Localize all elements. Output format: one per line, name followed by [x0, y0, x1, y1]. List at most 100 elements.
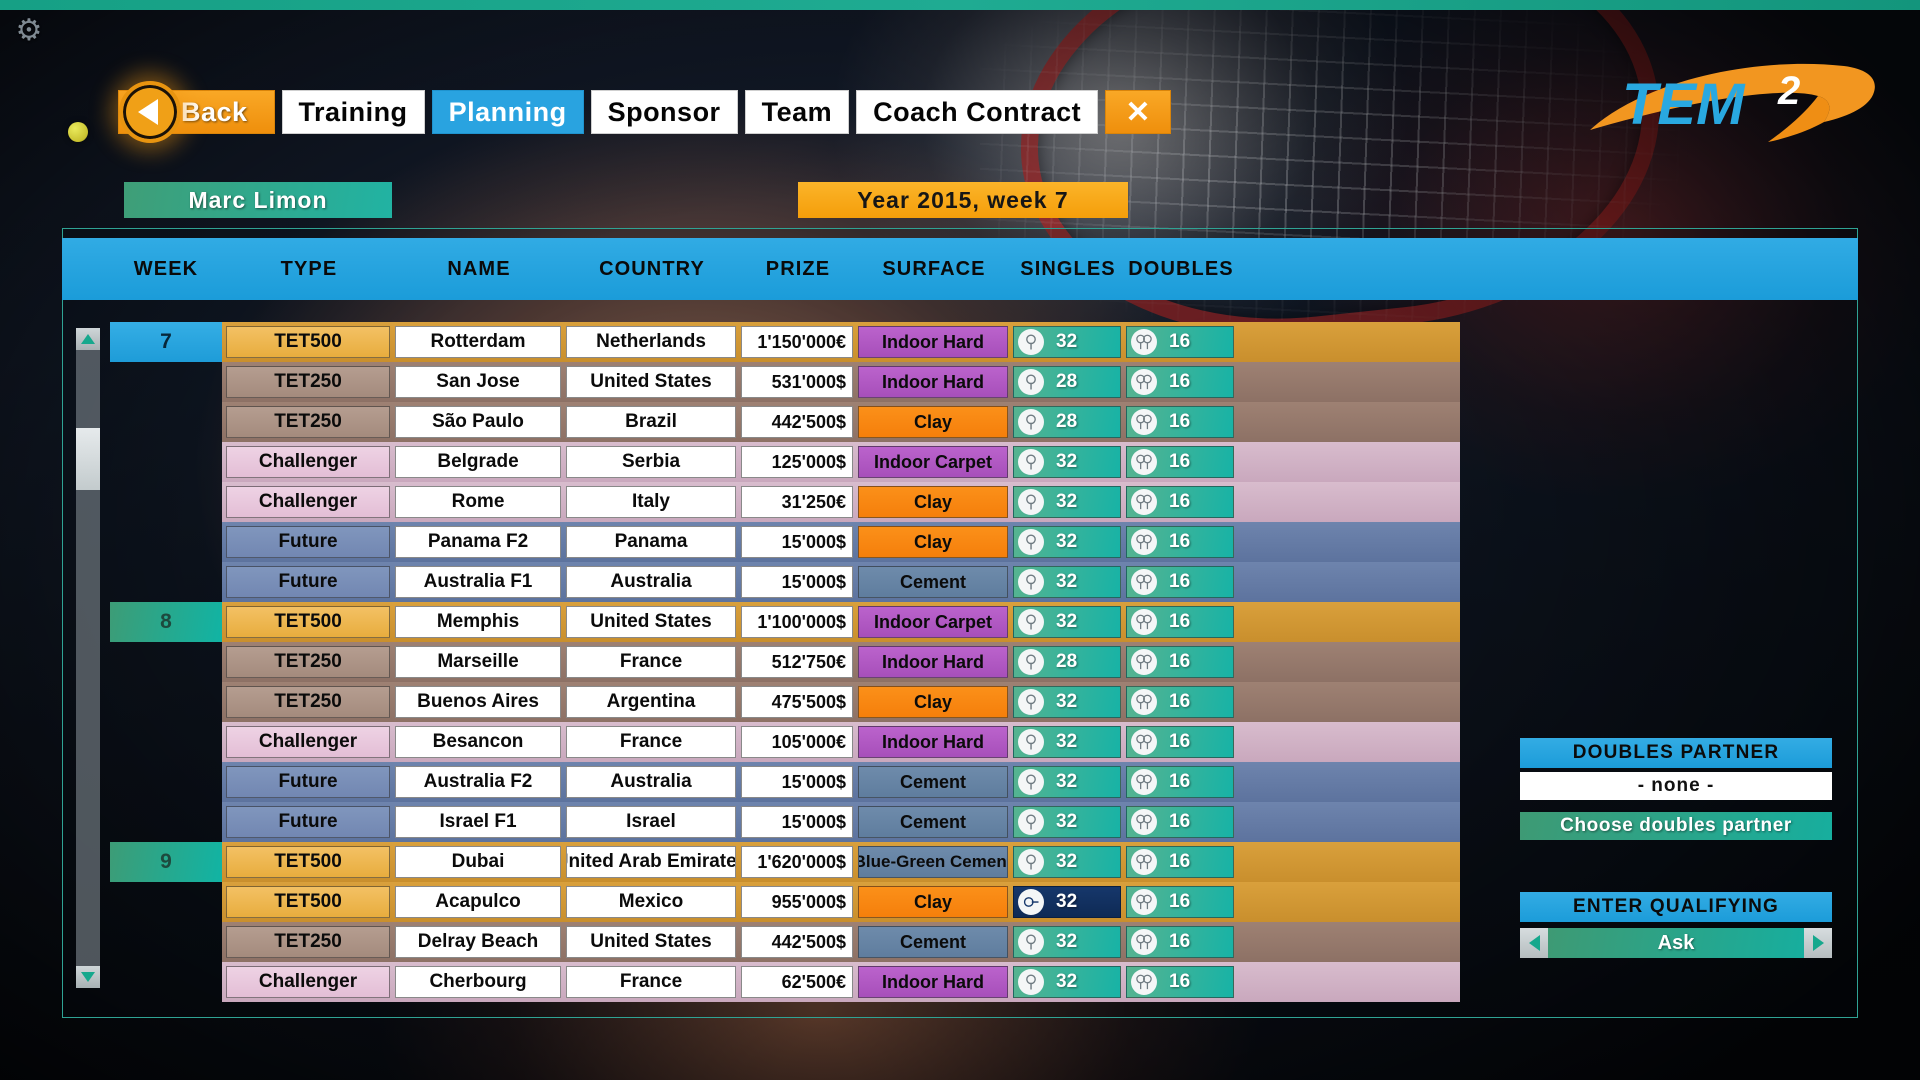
row-body[interactable]: Future Israel F1 Israel 15'000$ Cement 32 16 — [222, 802, 1460, 842]
doubles-cell[interactable]: 16 — [1126, 526, 1234, 558]
tab-training[interactable]: Training — [281, 90, 425, 134]
row-body[interactable]: TET250 San Jose United States 531'000$ Indoo… — [222, 362, 1460, 402]
table-row[interactable]: Future Panama F2 Panama 15'000$ Clay 32 16 — [110, 522, 1460, 562]
scroll-down-button[interactable] — [76, 966, 100, 988]
row-body[interactable]: Challenger Rome Italy 31'250€ Clay 32 16 — [222, 482, 1460, 522]
doubles-cell[interactable]: 16 — [1126, 326, 1234, 358]
surface-cell: Blue-Green Cement — [858, 846, 1008, 878]
prize-cell: 512'750€ — [741, 646, 853, 678]
row-body[interactable]: Future Australia F1 Australia 15'000$ Cement… — [222, 562, 1460, 602]
doubles-cell[interactable]: 16 — [1126, 366, 1234, 398]
table-row[interactable]: Future Australia F1 Australia 15'000$ Cement… — [110, 562, 1460, 602]
qualifying-prev-button[interactable] — [1520, 928, 1548, 958]
singles-cell[interactable]: 28 — [1013, 406, 1121, 438]
table-row[interactable]: TET250 Marseille France 512'750€ Indoor Hard… — [110, 642, 1460, 682]
singles-racket-icon — [1018, 849, 1044, 875]
row-body[interactable]: TET500 Memphis United States 1'100'000$ Indo… — [222, 602, 1460, 642]
singles-cell[interactable]: 32 — [1013, 926, 1121, 958]
table-row[interactable]: TET250 San Jose United States 531'000$ Indoo… — [110, 362, 1460, 402]
qualifying-stepper[interactable]: Ask — [1520, 928, 1832, 958]
table-row[interactable]: TET250 Buenos Aires Argentina 475'500$ Clay 3… — [110, 682, 1460, 722]
gear-icon[interactable]: ⚙ — [8, 10, 50, 52]
tab-sponsor[interactable]: Sponsor — [590, 90, 738, 134]
surface-cell: Indoor Hard — [858, 966, 1008, 998]
row-body[interactable]: Future Australia F2 Australia 15'000$ Cement… — [222, 762, 1460, 802]
doubles-cell[interactable]: 16 — [1126, 446, 1234, 478]
table-row[interactable]: Challenger Besancon France 105'000€ Indoor H… — [110, 722, 1460, 762]
singles-cell[interactable]: 28 — [1013, 366, 1121, 398]
country-cell: Australia — [566, 566, 736, 598]
doubles-cell[interactable]: 16 — [1126, 606, 1234, 638]
doubles-cell[interactable]: 16 — [1126, 846, 1234, 878]
table-row[interactable]: TET250 São Paulo Brazil 442'500$ Clay 28 16 — [110, 402, 1460, 442]
table-row[interactable]: Challenger Cherbourg France 62'500€ Indoor H… — [110, 962, 1460, 1002]
singles-cell[interactable]: 32 — [1013, 526, 1121, 558]
table-scrollbar[interactable] — [76, 328, 100, 988]
row-body[interactable]: Future Panama F2 Panama 15'000$ Clay 32 16 — [222, 522, 1460, 562]
down-triangle-icon — [81, 972, 95, 982]
singles-cell[interactable]: 32 — [1013, 806, 1121, 838]
table-row[interactable]: Challenger Rome Italy 31'250€ Clay 32 16 — [110, 482, 1460, 522]
table-header: WEEK TYPE NAME COUNTRY PRIZE SURFACE SIN… — [62, 238, 1858, 300]
row-body[interactable]: Challenger Cherbourg France 62'500€ Indoor H… — [222, 962, 1460, 1002]
table-row[interactable]: Challenger Belgrade Serbia 125'000$ Indoor C… — [110, 442, 1460, 482]
singles-cell[interactable]: 32 — [1013, 446, 1121, 478]
row-body[interactable]: TET250 São Paulo Brazil 442'500$ Clay 28 16 — [222, 402, 1460, 442]
table-row[interactable]: 7 TET500 Rotterdam Netherlands 1'150'000€ Ind… — [110, 322, 1460, 362]
singles-cell[interactable]: 32 — [1013, 486, 1121, 518]
row-body[interactable]: TET250 Delray Beach United States 442'500$ C… — [222, 922, 1460, 962]
doubles-cell[interactable]: 16 — [1126, 486, 1234, 518]
doubles-racket-icon — [1131, 729, 1157, 755]
surface-cell: Indoor Hard — [858, 646, 1008, 678]
row-body[interactable]: Challenger Besancon France 105'000€ Indoor H… — [222, 722, 1460, 762]
qualifying-next-button[interactable] — [1804, 928, 1832, 958]
doubles-cell[interactable]: 16 — [1126, 806, 1234, 838]
doubles-cell[interactable]: 16 — [1126, 766, 1234, 798]
table-row[interactable]: 8 TET500 Memphis United States 1'100'000$ Ind… — [110, 602, 1460, 642]
singles-cell[interactable]: 32 — [1013, 686, 1121, 718]
singles-cell[interactable]: 32 — [1013, 726, 1121, 758]
table-row[interactable]: TET500 Acapulco Mexico 955'000$ Clay 32 16 — [110, 882, 1460, 922]
row-body[interactable]: TET250 Marseille France 512'750€ Indoor Hard… — [222, 642, 1460, 682]
doubles-cell[interactable]: 16 — [1126, 686, 1234, 718]
scrollbar-thumb[interactable] — [76, 428, 100, 490]
singles-cell[interactable]: 32 — [1013, 966, 1121, 998]
table-row[interactable]: TET250 Delray Beach United States 442'500$ C… — [110, 922, 1460, 962]
week-cell — [110, 522, 222, 562]
scroll-up-button[interactable] — [76, 328, 100, 350]
tab-coach-contract[interactable]: Coach Contract — [856, 90, 1099, 134]
doubles-racket-icon — [1131, 689, 1157, 715]
close-button[interactable]: ✕ — [1105, 90, 1172, 134]
qualifying-value[interactable]: Ask — [1548, 928, 1804, 958]
choose-doubles-partner-button[interactable]: Choose doubles partner — [1520, 812, 1832, 840]
singles-cell[interactable]: 32 — [1013, 326, 1121, 358]
singles-cell[interactable]: 32 — [1013, 766, 1121, 798]
table-row[interactable]: 9TET500DubaiUnited Arab Emirates1'620'00… — [110, 842, 1460, 882]
header-doubles: DOUBLES — [1128, 257, 1234, 280]
table-row[interactable]: Future Australia F2 Australia 15'000$ Cement… — [110, 762, 1460, 802]
tab-team[interactable]: Team — [744, 90, 850, 134]
back-button-circle[interactable] — [119, 81, 181, 143]
doubles-cell[interactable]: 16 — [1126, 406, 1234, 438]
singles-cell[interactable]: 32 — [1013, 566, 1121, 598]
singles-cell[interactable]: 32 — [1013, 606, 1121, 638]
singles-cell[interactable]: 32 — [1013, 886, 1121, 918]
row-body[interactable]: TET500 Acapulco Mexico 955'000$ Clay 32 16 — [222, 882, 1460, 922]
doubles-cell[interactable]: 16 — [1126, 726, 1234, 758]
doubles-cell[interactable]: 16 — [1126, 566, 1234, 598]
row-body[interactable]: TET250 Buenos Aires Argentina 475'500$ Clay 3… — [222, 682, 1460, 722]
doubles-cell[interactable]: 16 — [1126, 646, 1234, 678]
row-body[interactable]: Challenger Belgrade Serbia 125'000$ Indoor C… — [222, 442, 1460, 482]
doubles-cell[interactable]: 16 — [1126, 926, 1234, 958]
doubles-draw-size: 16 — [1169, 331, 1191, 352]
singles-cell[interactable]: 28 — [1013, 646, 1121, 678]
doubles-cell[interactable]: 16 — [1126, 966, 1234, 998]
table-row[interactable]: Future Israel F1 Israel 15'000$ Cement 32 16 — [110, 802, 1460, 842]
row-body[interactable]: TET500 Rotterdam Netherlands 1'150'000€ Indo… — [222, 322, 1460, 362]
row-body[interactable]: TET500DubaiUnited Arab Emirates1'620'000… — [222, 842, 1460, 882]
surface-cell: Clay — [858, 886, 1008, 918]
tab-planning[interactable]: Planning — [431, 90, 584, 134]
doubles-cell[interactable]: 16 — [1126, 886, 1234, 918]
singles-cell[interactable]: 32 — [1013, 846, 1121, 878]
scrollbar-track[interactable] — [76, 350, 100, 966]
